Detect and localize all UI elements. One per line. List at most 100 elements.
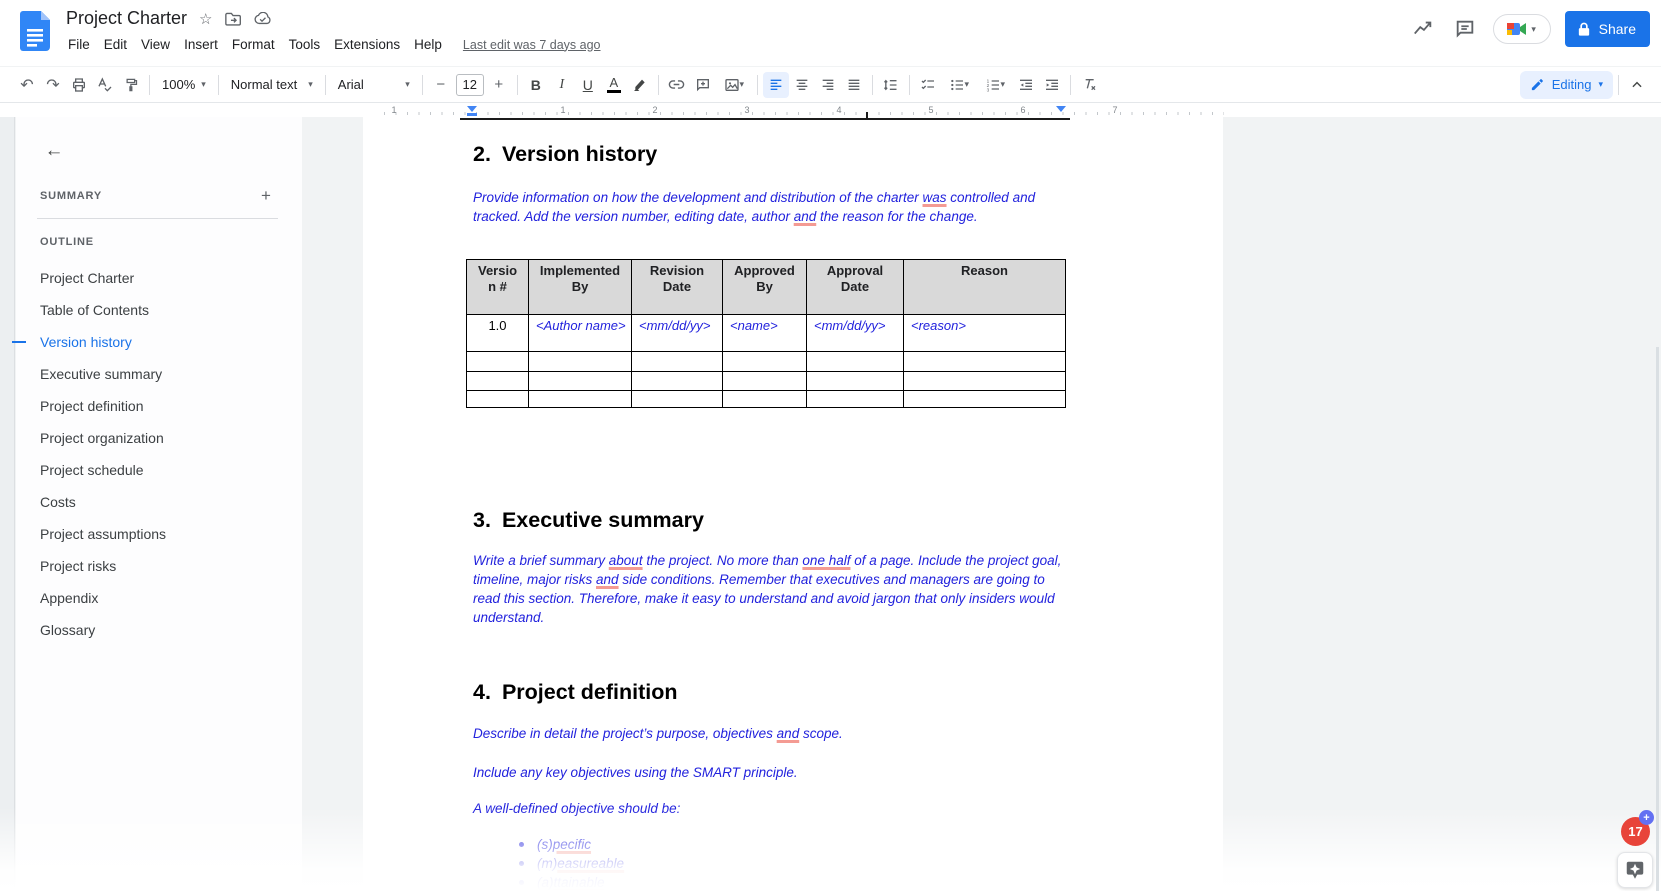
align-center-button[interactable] [789,72,815,98]
outline-item-project-risks[interactable]: Project risks [16,550,302,582]
empty-cell[interactable] [467,372,529,391]
header-reason[interactable]: Reason [904,260,1066,315]
cell-revision-date[interactable]: <mm/dd/yy> [632,315,723,352]
menu-file[interactable]: File [61,34,97,55]
cell-approved-by[interactable]: <name> [723,315,807,352]
menu-view[interactable]: View [134,34,177,55]
outline-item-appendix[interactable]: Appendix [16,582,302,614]
outline-item-table-of-contents[interactable]: Table of Contents [16,294,302,326]
version-history-table[interactable]: Versio n # Implemented By Revision Date … [466,259,1066,408]
docs-logo[interactable] [20,11,50,51]
header-version[interactable]: Versio n # [467,260,529,315]
font-select[interactable]: Arial ▾ [331,72,417,98]
cell-approval-date[interactable]: <mm/dd/yy> [807,315,904,352]
empty-cell[interactable] [632,391,723,408]
redo-button[interactable]: ↷ [40,72,66,98]
move-folder-icon[interactable] [225,12,242,26]
empty-cell[interactable] [723,352,807,372]
align-left-button[interactable] [763,72,789,98]
paint-format-button[interactable] [118,72,144,98]
numbered-list-button[interactable]: 1 2 3 ▾ [977,72,1013,98]
menu-insert[interactable]: Insert [177,34,225,55]
empty-cell[interactable] [904,352,1066,372]
left-indent-marker[interactable] [467,106,477,112]
empty-cell[interactable] [529,391,632,408]
text-color-button[interactable]: A [601,72,627,98]
zoom-select[interactable]: 100% ▾ [155,72,213,98]
outline-item-project-definition[interactable]: Project definition [16,390,302,422]
bulleted-list-button[interactable]: ▾ [941,72,977,98]
bold-button[interactable]: B [523,72,549,98]
add-comment-button[interactable] [690,72,716,98]
checklist-button[interactable] [915,72,941,98]
heading-version-history[interactable]: 2.Version history [473,142,657,167]
empty-cell[interactable] [807,391,904,408]
vertical-scrollbar[interactable] [1656,347,1659,891]
outline-item-project-assumptions[interactable]: Project assumptions [16,518,302,550]
cell-version[interactable]: 1.0 [467,315,529,352]
empty-cell[interactable] [467,352,529,372]
star-icon[interactable]: ☆ [199,10,212,28]
line-spacing-button[interactable] [878,72,904,98]
heading-project-definition[interactable]: 4.Project definition [473,680,678,705]
empty-cell[interactable] [904,372,1066,391]
font-size-input[interactable]: 12 [456,74,484,96]
insert-image-button[interactable]: ▾ [716,72,752,98]
paragraph-executive-summary-guidance[interactable]: Write a brief summary about the project.… [473,551,1067,627]
insert-link-button[interactable] [664,72,690,98]
outline-item-project-organization[interactable]: Project organization [16,422,302,454]
paragraph-definition-guidance-1[interactable]: Describe in detail the project’s purpose… [473,724,1067,743]
outline-item-project-charter[interactable]: Project Charter [16,262,302,294]
highlight-color-button[interactable] [627,72,653,98]
paragraph-definition-guidance-3[interactable]: A well-defined objective should be: [473,799,1067,818]
outline-item-executive-summary[interactable]: Executive summary [16,358,302,390]
italic-button[interactable]: I [549,72,575,98]
add-summary-button[interactable]: + [254,184,278,208]
header-revision-date[interactable]: Revision Date [632,260,723,315]
header-implemented-by[interactable]: Implemented By [529,260,632,315]
cell-reason[interactable]: <reason> [904,315,1066,352]
horizontal-ruler[interactable]: 1 1 2 3 4 5 6 7 [0,104,1661,117]
heading-executive-summary[interactable]: 3.Executive summary [473,508,704,533]
explore-button[interactable] [1617,852,1653,888]
empty-cell[interactable] [467,391,529,408]
outline-item-costs[interactable]: Costs [16,486,302,518]
outline-item-version-history[interactable]: Version history [16,326,302,358]
smart-bullet-list[interactable]: (s)pecific (m)easureable (a)ttainable [473,835,624,891]
increase-font-size-button[interactable]: + [486,72,512,98]
empty-cell[interactable] [807,372,904,391]
comment-history-icon[interactable] [1451,15,1479,43]
menu-extensions[interactable]: Extensions [327,34,407,55]
empty-cell[interactable] [723,391,807,408]
left-margin-marker[interactable] [467,113,477,116]
right-margin-marker[interactable] [1056,106,1066,112]
empty-cell[interactable] [723,372,807,391]
decrease-indent-button[interactable] [1013,72,1039,98]
editing-mode-button[interactable]: Editing ▾ [1520,71,1613,99]
bullet-specific[interactable]: (s)pecific [473,835,624,854]
empty-cell[interactable] [807,352,904,372]
paragraph-style-select[interactable]: Normal text ▾ [224,72,320,98]
last-edit-link[interactable]: Last edit was 7 days ago [463,38,601,52]
insights-icon[interactable] [1409,15,1437,43]
bullet-attainable[interactable]: (a)ttainable [473,873,624,891]
close-outline-button[interactable]: ← [38,135,70,167]
hide-menus-button[interactable] [1624,72,1650,98]
header-approval-date[interactable]: Approval Date [807,260,904,315]
extension-add-badge[interactable]: + [1639,810,1654,825]
document-title[interactable]: Project Charter [66,8,187,29]
increase-indent-button[interactable] [1039,72,1065,98]
meet-call-button[interactable]: ▾ [1493,14,1551,44]
align-right-button[interactable] [815,72,841,98]
underline-button[interactable]: U [575,72,601,98]
menu-edit[interactable]: Edit [97,34,134,55]
header-approved-by[interactable]: Approved By [723,260,807,315]
outline-item-project-schedule[interactable]: Project schedule [16,454,302,486]
paragraph-definition-guidance-2[interactable]: Include any key objectives using the SMA… [473,763,1067,782]
menu-help[interactable]: Help [407,34,449,55]
cell-implemented-by[interactable]: <Author name> [529,315,632,352]
outline-item-glossary[interactable]: Glossary [16,614,302,646]
menu-tools[interactable]: Tools [282,34,328,55]
paragraph-version-history-guidance[interactable]: Provide information on how the developme… [473,188,1067,226]
empty-cell[interactable] [529,372,632,391]
